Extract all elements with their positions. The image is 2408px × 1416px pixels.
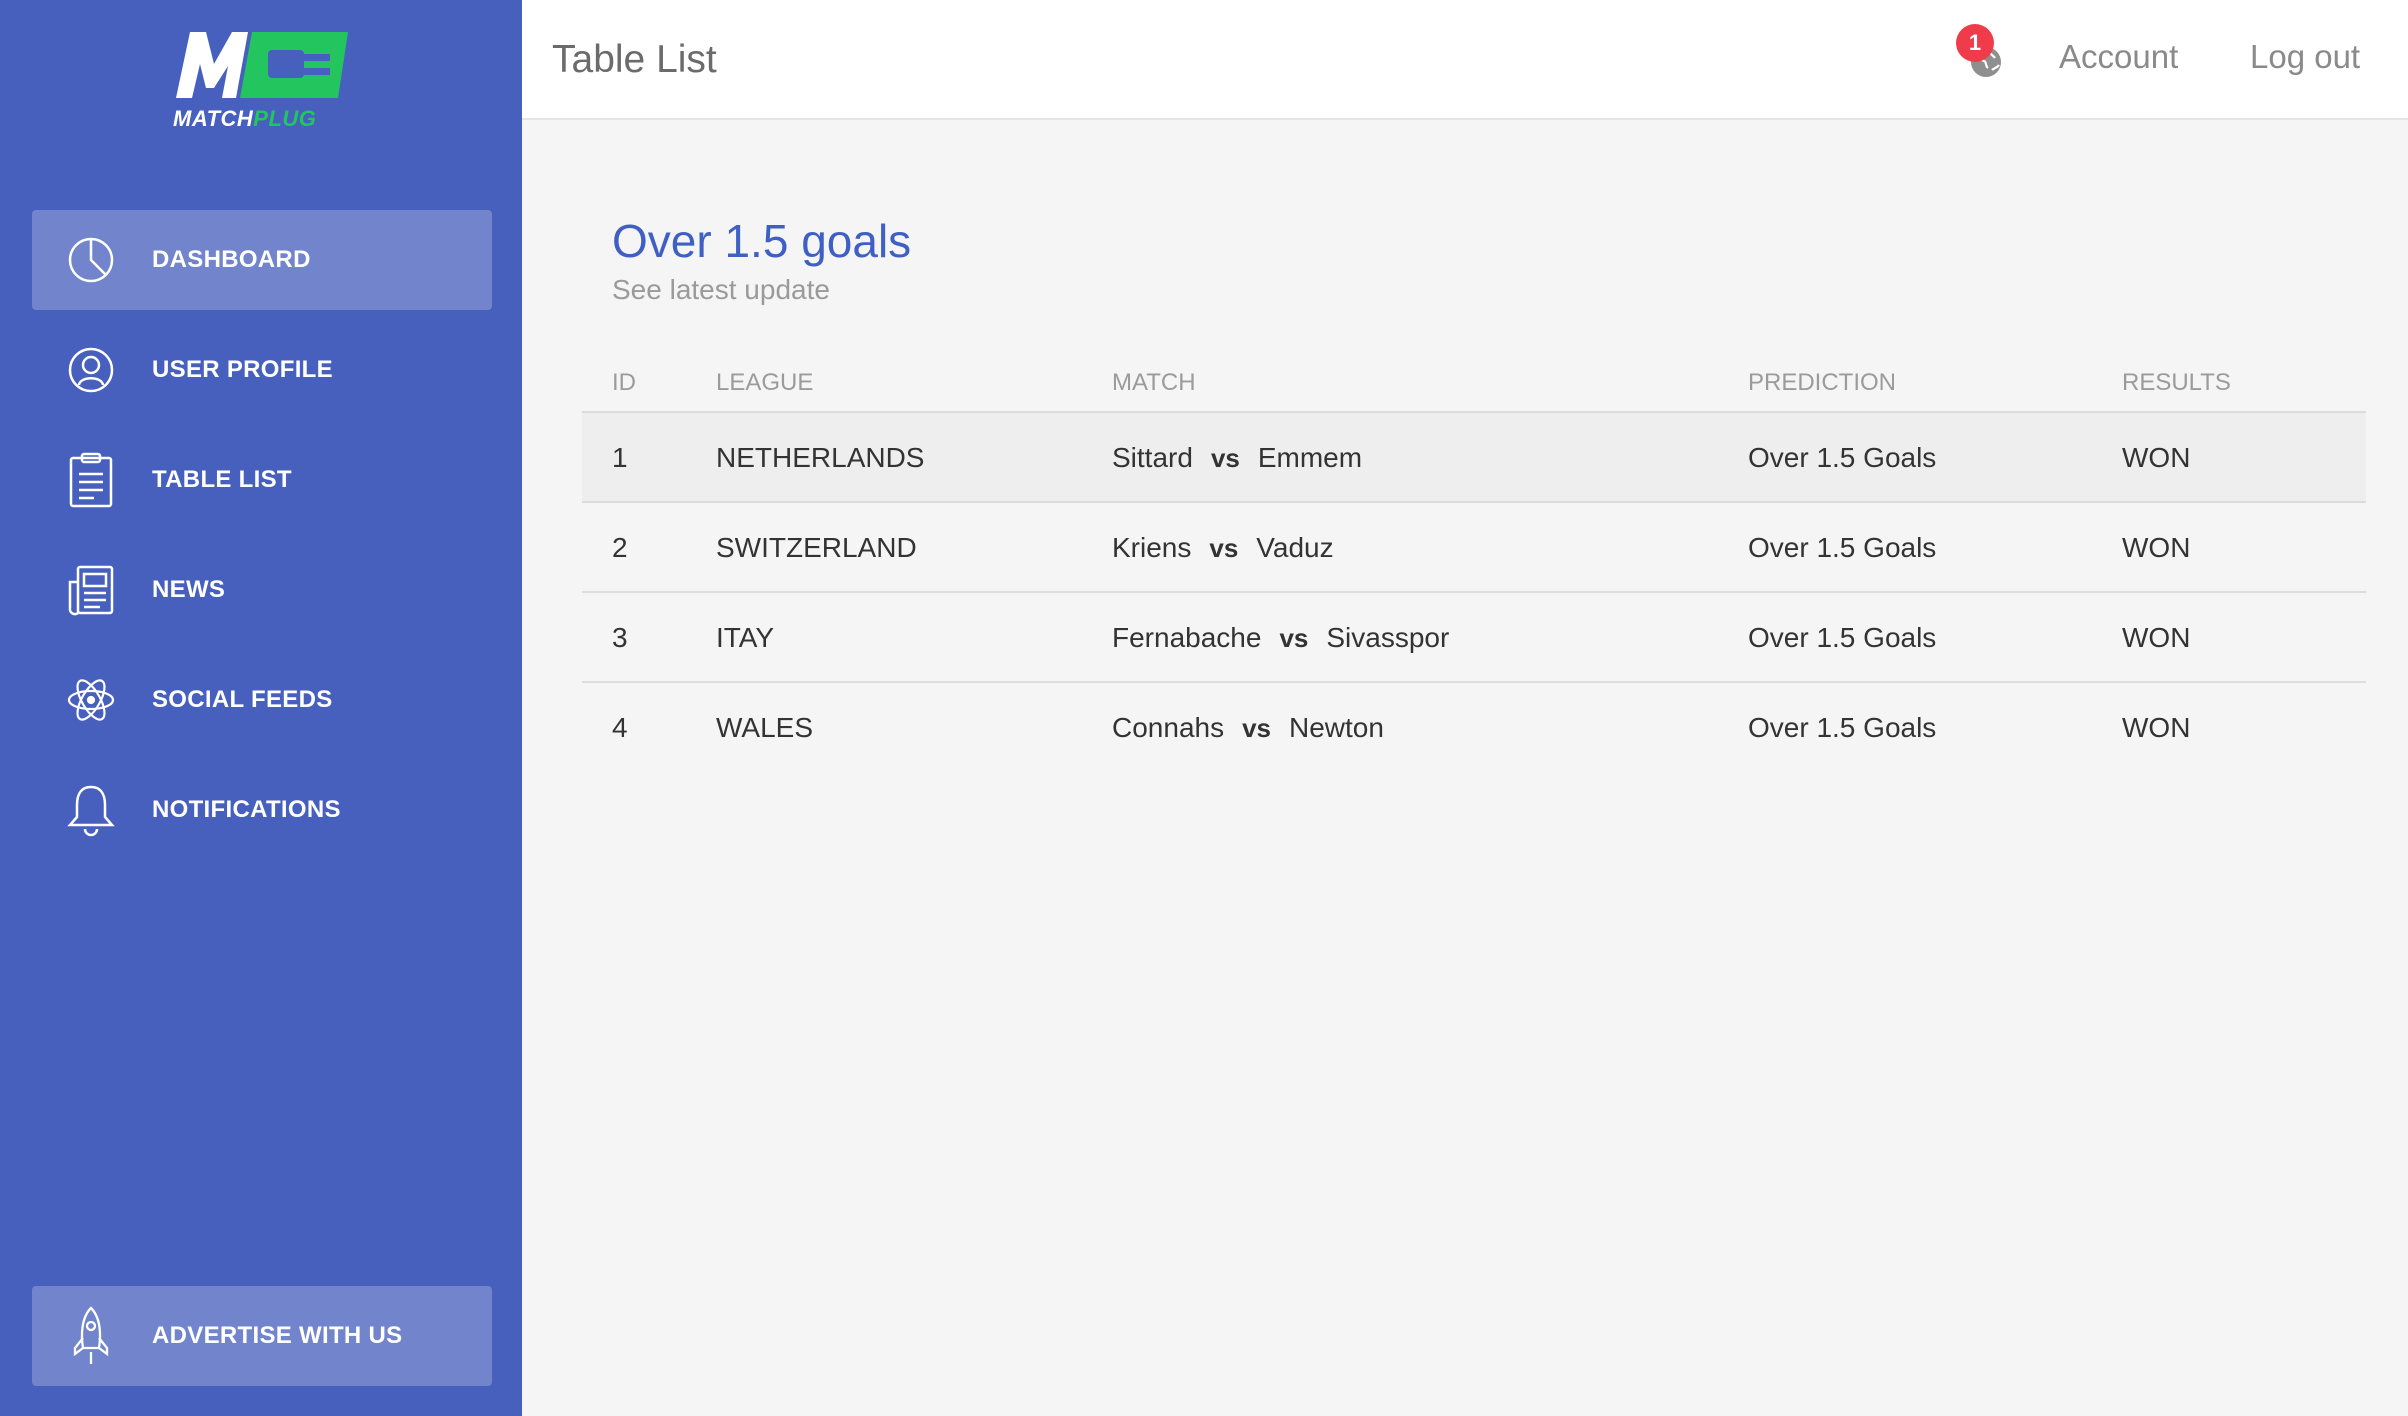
- logo-wordmark-plug: PLUG: [253, 106, 317, 131]
- cell-result: WON: [2122, 442, 2191, 473]
- newspaper-icon: [66, 565, 116, 616]
- vs-label: vs: [1209, 533, 1239, 563]
- cell-id: 1: [612, 442, 628, 473]
- cell-match: Kriens vs Vaduz: [1112, 532, 1334, 564]
- table-row: 3 ITAY Fernabache vs Sivasspor Over 1.5 Go…: [582, 593, 2366, 683]
- notifications-button[interactable]: 1: [1942, 24, 2002, 84]
- away-team: Emmem: [1257, 442, 1363, 473]
- sidebar-item-dashboard[interactable]: DASHBOARD: [32, 210, 492, 310]
- cell-league: SWITZERLAND: [716, 532, 917, 563]
- rocket-icon: [66, 1306, 116, 1364]
- cell-league: ITAY: [716, 622, 775, 653]
- sidebar-item-label: NOTIFICATIONS: [152, 796, 341, 823]
- away-team: Vaduz: [1256, 532, 1334, 563]
- sidebar-bottom: ADVERTISE WITH US: [32, 1286, 492, 1386]
- cell-result: WON: [2122, 622, 2191, 653]
- matchplug-logo[interactable]: MATCHPLUG: [168, 26, 358, 136]
- app: MATCHPLUG DASHBOARD USER PROFILE TABLE L…: [0, 0, 2408, 1416]
- atom-icon: [66, 675, 116, 725]
- page-title: Table List: [552, 38, 717, 81]
- sidebar-item-label: TABLE LIST: [152, 466, 292, 493]
- sidebar-item-social-feeds[interactable]: SOCIAL FEEDS: [32, 650, 492, 750]
- clipboard-icon: [66, 452, 116, 508]
- home-team: Connahs: [1112, 712, 1225, 743]
- predictions-table: ID LEAGUE MATCH PREDICTION RESULTS 1 NET…: [582, 355, 2366, 773]
- header-prediction: PREDICTION: [1748, 369, 1897, 396]
- logo-mark-icon: [176, 32, 348, 98]
- logo-wordmark: MATCHPLUG: [173, 106, 316, 132]
- card-subtitle: See latest update: [612, 274, 830, 305]
- cell-prediction: Over 1.5 Goals: [1748, 532, 1937, 563]
- home-team: Sittard: [1112, 442, 1193, 473]
- cell-id: 4: [612, 712, 628, 743]
- user-icon: [66, 345, 116, 395]
- sidebar-item-label: DASHBOARD: [152, 246, 311, 273]
- sidebar-item-label: SOCIAL FEEDS: [152, 686, 333, 713]
- sidebar-item-notifications[interactable]: NOTIFICATIONS: [32, 760, 492, 860]
- sidebar-item-label: ADVERTISE WITH US: [152, 1322, 403, 1349]
- logout-link[interactable]: Log out: [2250, 38, 2360, 76]
- sidebar-item-table-list[interactable]: TABLE LIST: [32, 430, 492, 530]
- logo-wordmark-match: MATCH: [173, 106, 254, 131]
- advertise-with-us-button[interactable]: ADVERTISE WITH US: [32, 1286, 492, 1386]
- header-match: MATCH: [1112, 369, 1196, 396]
- cell-prediction: Over 1.5 Goals: [1748, 622, 1937, 653]
- away-team: Sivasspor: [1326, 622, 1450, 653]
- header-results: RESULTS: [2122, 369, 2231, 396]
- cell-id: 2: [612, 532, 628, 563]
- sidebar-nav: DASHBOARD USER PROFILE TABLE LIST NEWS S…: [32, 210, 492, 870]
- header-league: LEAGUE: [716, 369, 814, 396]
- card-title: Over 1.5 goals: [612, 215, 912, 267]
- table-header: ID LEAGUE MATCH PREDICTION RESULTS: [582, 355, 2366, 413]
- top-bar: Table List 1 Account Log out: [522, 0, 2408, 120]
- bell-icon: [66, 785, 116, 837]
- vs-label: vs: [1242, 713, 1272, 743]
- sidebar: MATCHPLUG DASHBOARD USER PROFILE TABLE L…: [0, 0, 522, 1416]
- notification-badge: 1: [1956, 24, 1994, 62]
- cell-result: WON: [2122, 712, 2191, 743]
- cell-match: Sittard vs Emmem: [1112, 442, 1362, 474]
- away-team: Newton: [1289, 712, 1384, 743]
- pie-chart-icon: [66, 235, 116, 285]
- vs-label: vs: [1210, 443, 1240, 473]
- cell-match: Fernabache vs Sivasspor: [1112, 622, 1449, 654]
- cell-result: WON: [2122, 532, 2191, 563]
- sidebar-item-news[interactable]: NEWS: [32, 540, 492, 640]
- table-row: 1 NETHERLANDS Sittard vs Emmem Over 1.5 Go…: [582, 413, 2366, 503]
- cell-prediction: Over 1.5 Goals: [1748, 712, 1937, 743]
- cell-league: NETHERLANDS: [716, 442, 925, 473]
- sidebar-item-user-profile[interactable]: USER PROFILE: [32, 320, 492, 420]
- cell-match: Connahs vs Newton: [1112, 712, 1384, 744]
- table-row: 4 WALES Connahs vs Newton Over 1.5 Goals W…: [582, 683, 2366, 773]
- vs-label: vs: [1279, 623, 1309, 653]
- home-team: Fernabache: [1112, 622, 1262, 653]
- header-id: ID: [612, 369, 636, 396]
- sidebar-item-label: NEWS: [152, 576, 226, 603]
- table-row: 2 SWITZERLAND Kriens vs Vaduz Over 1.5 Goa…: [582, 503, 2366, 593]
- home-team: Kriens: [1112, 532, 1192, 563]
- cell-prediction: Over 1.5 Goals: [1748, 442, 1937, 473]
- account-link[interactable]: Account: [2059, 38, 2178, 76]
- cell-id: 3: [612, 622, 628, 653]
- cell-league: WALES: [716, 712, 813, 743]
- sidebar-item-label: USER PROFILE: [152, 356, 333, 383]
